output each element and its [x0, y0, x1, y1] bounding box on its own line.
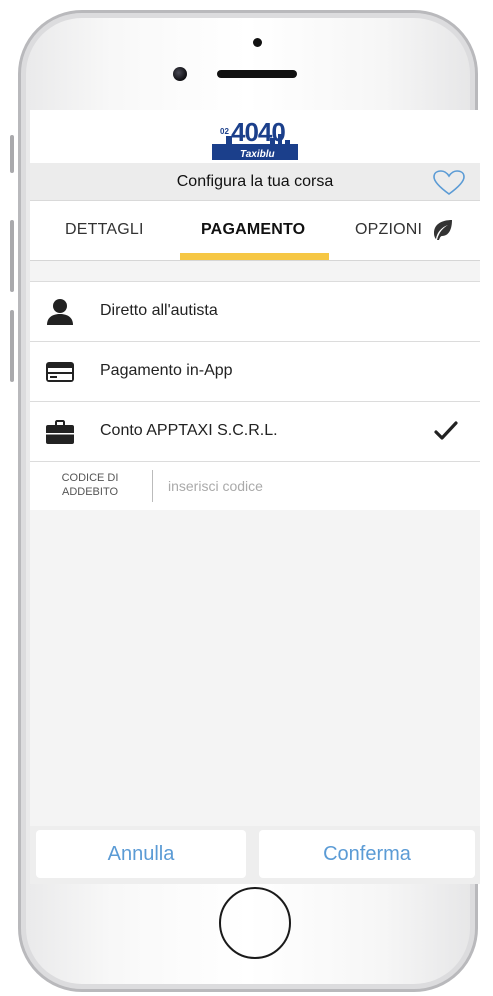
confirm-button[interactable]: Conferma — [259, 830, 475, 878]
front-sensor — [253, 38, 262, 47]
active-tab-indicator — [180, 253, 329, 260]
taxiblu-logo: 02 4040 Taxiblu — [212, 117, 298, 160]
tab-pagamento[interactable]: PAGAMENTO — [201, 221, 305, 239]
front-camera — [173, 67, 187, 81]
logo-header: 02 4040 Taxiblu — [30, 110, 480, 163]
mute-switch — [10, 135, 14, 173]
heart-icon[interactable] — [432, 169, 466, 197]
credit-card-icon — [46, 362, 74, 382]
payment-option-label: Conto APPTAXI S.C.R.L. — [100, 422, 278, 439]
action-bar: Annulla Conferma — [30, 826, 480, 884]
billing-code-input[interactable] — [168, 474, 458, 498]
tab-opzioni[interactable]: OPZIONI — [355, 221, 422, 239]
logo-brand: Taxiblu — [240, 149, 275, 160]
payment-option-in-app[interactable]: Pagamento in-App — [30, 342, 480, 402]
page-title: Configura la tua corsa — [176, 173, 334, 190]
checkmark-icon — [434, 421, 458, 440]
earpiece-speaker — [217, 70, 297, 78]
logo-number: 4040 — [231, 117, 285, 147]
cancel-button[interactable]: Annulla — [36, 830, 246, 878]
logo-prefix: 02 — [220, 127, 229, 136]
payment-option-direct[interactable]: Diretto all'autista — [30, 282, 480, 342]
title-bar: Configura la tua corsa — [30, 163, 480, 201]
billing-code-row: CODICE DI ADDEBITO — [30, 462, 480, 510]
app-screen: 02 4040 Taxiblu Configura la tua corsa D… — [30, 110, 480, 884]
billing-code-label: CODICE DI ADDEBITO — [61, 472, 119, 498]
payment-option-label: Pagamento in-App — [100, 362, 233, 379]
volume-down-button — [10, 310, 14, 382]
payment-option-account[interactable]: Conto APPTAXI S.C.R.L. — [30, 402, 480, 462]
tab-dettagli[interactable]: DETTAGLI — [65, 221, 144, 239]
tab-bar: DETTAGLI PAGAMENTO OPZIONI — [30, 201, 480, 261]
billing-code-divider — [152, 470, 153, 502]
leaf-icon — [434, 220, 452, 240]
payment-options-list: Diretto all'autista Pagamento in-App Con… — [30, 281, 480, 510]
briefcase-icon — [46, 420, 74, 444]
volume-up-button — [10, 220, 14, 292]
home-button[interactable] — [219, 887, 291, 959]
person-icon — [47, 299, 73, 325]
payment-option-label: Diretto all'autista — [100, 302, 218, 319]
